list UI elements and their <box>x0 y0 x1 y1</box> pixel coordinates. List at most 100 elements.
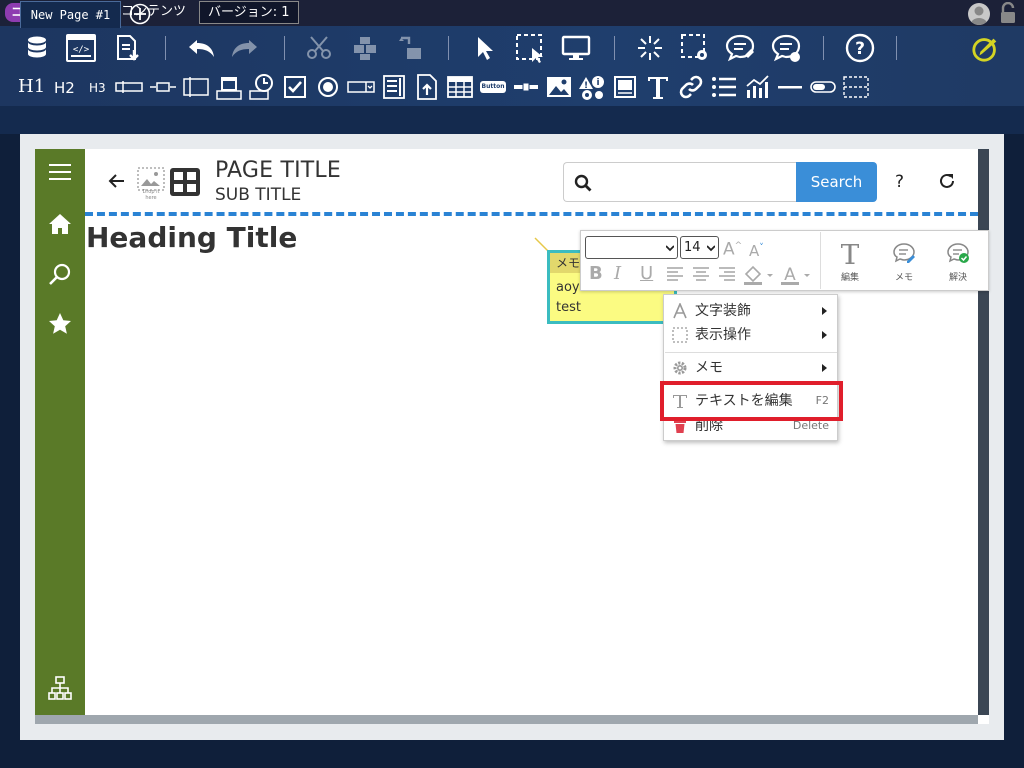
highlight-box <box>660 381 843 421</box>
inline-field-icon[interactable] <box>148 72 178 102</box>
svg-text:?: ? <box>855 39 865 59</box>
time-field-icon[interactable] <box>247 72 277 102</box>
divider-line-icon[interactable] <box>775 72 805 102</box>
menu-icon[interactable] <box>48 160 72 184</box>
star-icon[interactable] <box>48 312 72 336</box>
scroll-corner <box>978 715 989 724</box>
horizontal-scrollbar[interactable] <box>35 715 978 724</box>
lock-icon[interactable] <box>997 2 1019 24</box>
align-center-icon[interactable] <box>692 266 710 282</box>
edit-mode-icon[interactable] <box>971 33 1001 63</box>
svg-text:</>: </> <box>73 45 90 55</box>
format-toolbar-divider <box>820 232 821 289</box>
date-field-icon[interactable] <box>214 72 244 102</box>
h2-button[interactable]: H2 <box>54 79 75 97</box>
list-icon[interactable] <box>709 72 739 102</box>
alert-settings-icon[interactable]: ! i <box>577 72 607 102</box>
radio-icon[interactable] <box>313 72 343 102</box>
italic-icon[interactable]: I <box>614 264 621 284</box>
button-element-icon[interactable]: Button <box>478 72 508 102</box>
h1-button[interactable]: H1 <box>18 76 45 97</box>
database-icon[interactable] <box>22 33 52 63</box>
link-icon[interactable] <box>676 72 706 102</box>
tab-new-page-1[interactable]: New Page #1 <box>20 1 121 28</box>
pointer-icon[interactable] <box>470 33 500 63</box>
add-tab-icon[interactable] <box>129 3 151 25</box>
select-box-icon[interactable] <box>346 72 376 102</box>
code-view-icon[interactable]: </> <box>66 33 96 63</box>
submenu-arrow-icon <box>822 307 827 315</box>
text-field-icon[interactable] <box>114 72 144 102</box>
slider-icon[interactable] <box>511 72 541 102</box>
memo-tool-button[interactable]: メモ <box>884 240 924 284</box>
font-shrink-icon[interactable]: A˅ <box>749 238 764 261</box>
comment-list-icon[interactable] <box>771 33 801 63</box>
chart-icon[interactable] <box>742 72 772 102</box>
area-settings-icon[interactable] <box>680 33 710 63</box>
edit-text-tool-button[interactable]: 編集 <box>830 240 870 284</box>
textarea-icon[interactable] <box>181 72 211 102</box>
refresh-icon[interactable] <box>938 172 956 190</box>
table-icon[interactable] <box>445 72 475 102</box>
bold-icon[interactable]: B <box>589 264 603 284</box>
checkbox-icon[interactable] <box>280 72 310 102</box>
button-element-label: Button <box>480 81 506 93</box>
comment-icon[interactable] <box>725 33 755 63</box>
preview-icon[interactable] <box>561 33 591 63</box>
logo-image-placeholder-icon[interactable]: Drop it here <box>137 167 165 201</box>
toolbar-divider <box>823 36 824 60</box>
help-icon[interactable]: ? <box>845 33 875 63</box>
align-left-icon[interactable] <box>666 266 684 282</box>
menu-item-display-operations[interactable]: 表示操作 <box>664 323 837 347</box>
font-size-select[interactable]: 14 <box>680 236 719 259</box>
align-right-icon[interactable] <box>718 266 736 282</box>
help-question-icon[interactable]: ? <box>895 172 904 192</box>
menu-divider <box>665 352 837 353</box>
toolbar-divider <box>614 36 615 60</box>
container-area-icon[interactable] <box>841 72 871 102</box>
search-button[interactable]: Search <box>796 162 877 202</box>
redo-icon[interactable] <box>229 33 259 63</box>
home-icon[interactable] <box>48 212 72 236</box>
font-grow-icon[interactable]: A^ <box>723 236 742 260</box>
list-box-icon[interactable] <box>379 72 409 102</box>
font-color-icon[interactable]: A <box>780 265 814 285</box>
menu-item-memo[interactable]: メモ <box>664 356 837 380</box>
toggle-icon[interactable] <box>808 72 838 102</box>
resolve-tool-label: 解決 <box>948 273 967 283</box>
copy-icon[interactable] <box>350 33 380 63</box>
image-placeholder-text: Drop it here <box>142 189 160 201</box>
dashed-square-icon <box>672 327 688 343</box>
user-avatar-icon[interactable] <box>968 3 990 25</box>
heading-title[interactable]: Heading Title <box>86 221 297 254</box>
resolve-tool-button[interactable]: 解決 <box>938 240 978 284</box>
back-arrow-icon[interactable] <box>108 172 126 190</box>
image-icon[interactable] <box>544 72 574 102</box>
header-divider <box>85 212 978 216</box>
font-family-select[interactable] <box>585 236 678 259</box>
toolbar-divider <box>896 36 897 60</box>
sitemap-icon[interactable] <box>48 676 72 700</box>
cut-icon[interactable] <box>304 33 334 63</box>
search-input[interactable] <box>563 162 797 202</box>
menu-item-label: 表示操作 <box>695 327 751 343</box>
menu-item-text-decoration[interactable]: 文字装飾 <box>664 299 837 323</box>
version-label[interactable]: バージョン: 1 <box>199 1 299 24</box>
memo-tool-label: メモ <box>894 273 913 283</box>
select-area-icon[interactable] <box>515 33 545 63</box>
paste-icon[interactable] <box>396 33 426 63</box>
text-icon[interactable] <box>643 72 673 102</box>
svg-text:i: i <box>596 78 599 88</box>
spark-icon[interactable] <box>635 33 665 63</box>
search-icon <box>574 174 592 192</box>
grid-app-icon[interactable] <box>169 167 201 197</box>
toolbar-divider <box>448 36 449 60</box>
underline-icon[interactable]: U <box>640 264 653 284</box>
panel-icon[interactable] <box>610 72 640 102</box>
file-upload-icon[interactable] <box>412 72 442 102</box>
search-nav-icon[interactable] <box>48 262 72 286</box>
fill-color-icon[interactable] <box>743 265 777 285</box>
export-icon[interactable] <box>113 33 143 63</box>
undo-icon[interactable] <box>187 33 217 63</box>
h3-button[interactable]: H3 <box>89 81 106 95</box>
